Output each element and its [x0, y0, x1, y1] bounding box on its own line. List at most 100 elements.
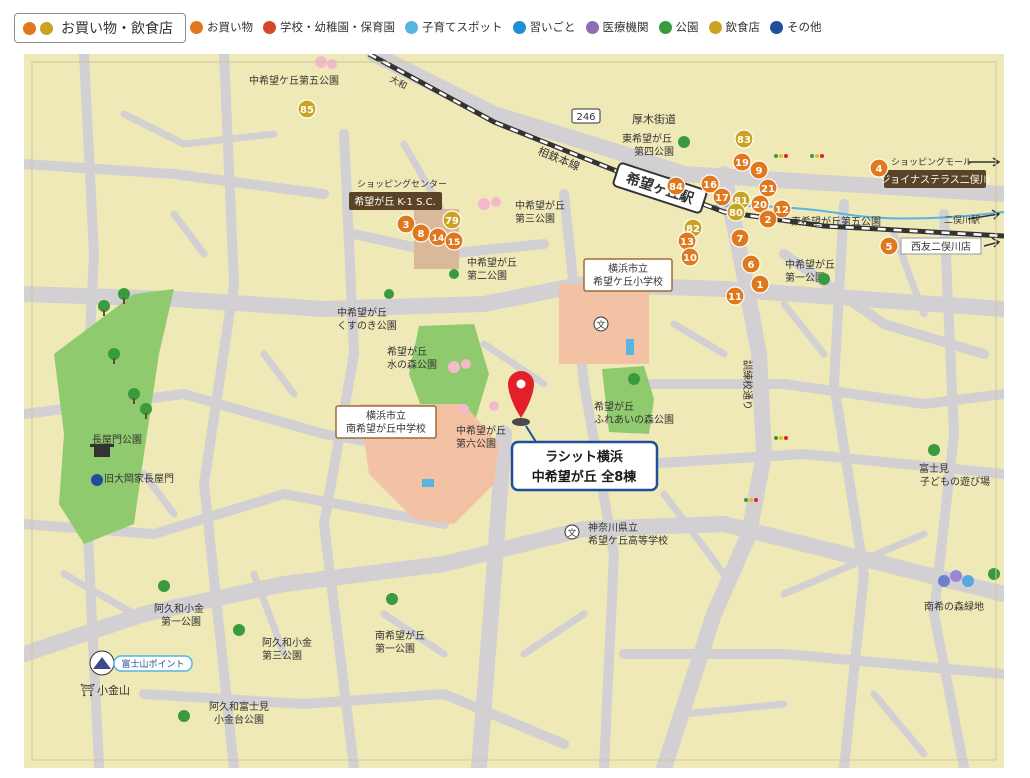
poi-marker[interactable]: 1 — [750, 274, 770, 294]
park-label-naka-ichi-1: 中希望が丘 — [785, 258, 835, 271]
park-label-akuwa-san-2: 第三公園 — [262, 649, 302, 662]
poi-marker[interactable]: 7 — [730, 228, 750, 248]
poi-marker[interactable]: 83 — [734, 129, 754, 149]
poi-marker[interactable]: 10 — [680, 247, 700, 267]
poi-marker[interactable]: 4 — [869, 158, 889, 178]
legend-item-lessons: 習いごと — [512, 19, 576, 35]
park-label-naka-roku-1: 中希望が丘 — [456, 424, 506, 437]
park-label-koganedai-1: 阿久和富士見 — [209, 700, 269, 713]
svg-text:21: 21 — [761, 184, 775, 195]
seiyu-name: 西友二俣川店 — [911, 240, 971, 253]
shopping-dot-icon — [190, 20, 203, 34]
poi-marker[interactable]: 14 — [428, 227, 448, 247]
cherry-tree-icon — [489, 401, 499, 411]
poi-marker[interactable]: 8 — [411, 223, 431, 243]
tree-icon — [628, 373, 640, 385]
place-label-koganeyama: 小金山 — [97, 683, 130, 697]
svg-text:14: 14 — [432, 234, 445, 244]
park-label-mizunomori-2: 水の森公園 — [387, 358, 437, 371]
poi-marker[interactable]: 9 — [749, 160, 769, 180]
traffic-signal-icon — [774, 154, 788, 158]
traffic-signal-icon — [810, 154, 824, 158]
traffic-signal-icon — [744, 498, 758, 502]
map-canvas[interactable]: 中希望ケ丘第五公園 大和 相鉄本線 厚木街道 東希望が丘 第四公園 東希望が丘第… — [16, 46, 1012, 776]
school-label-junior-high[interactable]: 横浜市立 南希望が丘中学校 — [335, 405, 437, 439]
park-label-fujimi-1: 富士見 — [919, 462, 949, 475]
legend-category-list: お買い物 学校・幼稚園・保育園 子育てスポット 習いごと 医療機関 公園 飲食店… — [190, 19, 822, 35]
poi-marker[interactable]: 19 — [732, 152, 752, 172]
svg-text:12: 12 — [775, 205, 789, 216]
medical-dot-icon — [585, 20, 599, 34]
park-label-naka-san-1: 中希望が丘 — [515, 199, 565, 212]
poi-marker[interactable]: 21 — [758, 178, 778, 198]
park-dot-icon — [658, 20, 672, 34]
area-map[interactable]: 中希望ケ丘第五公園 大和 相鉄本線 厚木街道 東希望が丘 第四公園 東希望が丘第… — [16, 46, 1012, 776]
tree-icon — [158, 580, 170, 592]
cherry-tree-icon — [478, 198, 490, 210]
poi-marker[interactable]: 79 — [442, 210, 462, 230]
svg-text:79: 79 — [445, 216, 459, 227]
property-label[interactable]: ラシット横浜 中希望が丘 全8棟 — [510, 440, 659, 492]
pond-elementary — [626, 339, 634, 355]
road-label-atsugi: 厚木街道 — [632, 112, 676, 126]
svg-text:5: 5 — [886, 242, 893, 253]
svg-text:8: 8 — [418, 229, 425, 240]
park-label-higashi-yon-2: 第四公園 — [634, 145, 674, 158]
svg-text:84: 84 — [669, 182, 683, 193]
park-label-minami-ichi-2: 第一公園 — [375, 642, 415, 655]
cherry-tree-icon — [327, 59, 337, 69]
poi-marker[interactable]: 80 — [726, 202, 746, 222]
shrine-icon: ⛩ — [80, 683, 95, 697]
poi-marker[interactable]: 5 — [879, 236, 899, 256]
shopping-dot-icon — [23, 21, 36, 35]
tree-icon — [928, 444, 940, 456]
poi-marker[interactable]: 17 — [712, 187, 732, 207]
school-symbol-icon: 文 — [564, 524, 580, 540]
tree-icon — [386, 593, 398, 605]
poi-marker[interactable]: 6 — [741, 254, 761, 274]
svg-text:83: 83 — [737, 135, 751, 146]
tree-icon — [988, 568, 1000, 580]
property-name: ラシット横浜 — [545, 449, 623, 465]
park-label-fujimi-2: 子どもの遊び場 — [920, 475, 990, 488]
poi-marker[interactable]: 13 — [677, 231, 697, 251]
park-label-naka-roku-2: 第六公園 — [456, 437, 496, 450]
park-label-higashi-yon-1: 東希望が丘 — [622, 132, 672, 145]
park-label-naka-ni-2: 第二公園 — [467, 269, 507, 282]
park-label-minami-ichi-1: 南希望が丘 — [375, 629, 425, 642]
svg-text:80: 80 — [729, 208, 743, 219]
park-label-akuwa-ichi-2: 第一公園 — [161, 615, 201, 628]
park-label-fureai-1: 希望が丘 — [594, 400, 634, 413]
legend-item-shopping: お買い物 — [190, 19, 253, 35]
seiyu-label[interactable]: 西友二俣川店 — [900, 237, 982, 255]
map-pin-hole — [516, 379, 526, 389]
tree-icon — [384, 289, 394, 299]
childcare-dot-icon — [405, 20, 418, 34]
poi-marker[interactable]: 2 — [758, 209, 778, 229]
map-legend: お買い物・飲食店 お買い物 学校・幼稚園・保育園 子育てスポット 習いごと 医療… — [0, 0, 1030, 52]
park-label-minamikibo-ryokuchi: 南希の森緑地 — [924, 600, 984, 613]
park-label-fureai-2: ふれあいの森公園 — [594, 413, 674, 426]
shopping-center-k1-label[interactable]: ショッピングセンター 希望が丘 K-1 S.C. — [349, 178, 447, 210]
dining-dot-icon — [40, 21, 53, 35]
svg-text:4: 4 — [876, 164, 883, 175]
svg-text:横浜市立: 横浜市立 — [608, 262, 648, 275]
svg-text:13: 13 — [680, 237, 694, 248]
svg-text:南希望が丘中学校: 南希望が丘中学校 — [346, 422, 426, 435]
poi-marker[interactable]: 85 — [297, 99, 317, 119]
joinus-name: ジョイナステラス二俣川 — [880, 173, 990, 186]
school-label-elementary[interactable]: 横浜市立 希望ケ丘小学校 — [583, 258, 673, 292]
svg-text:2: 2 — [765, 215, 772, 226]
poi-marker[interactable]: 11 — [725, 286, 745, 306]
school-label-high-2: 希望ケ丘高等学校 — [588, 534, 668, 547]
park-label-mizunomori-1: 希望が丘 — [387, 345, 427, 358]
svg-text:3: 3 — [403, 220, 410, 231]
legend-item-medical: 医療機関 — [585, 19, 649, 35]
svg-text:文: 文 — [567, 527, 576, 539]
poi-marker[interactable]: 15 — [444, 231, 464, 251]
lessons-dot-icon — [512, 20, 526, 34]
park-label-kyu-ooka: 旧大岡家長屋門 — [104, 472, 174, 485]
legend-group-shopping-dining: お買い物・飲食店 — [14, 13, 186, 43]
svg-text:15: 15 — [448, 238, 461, 248]
poi-marker[interactable]: 84 — [666, 176, 686, 196]
